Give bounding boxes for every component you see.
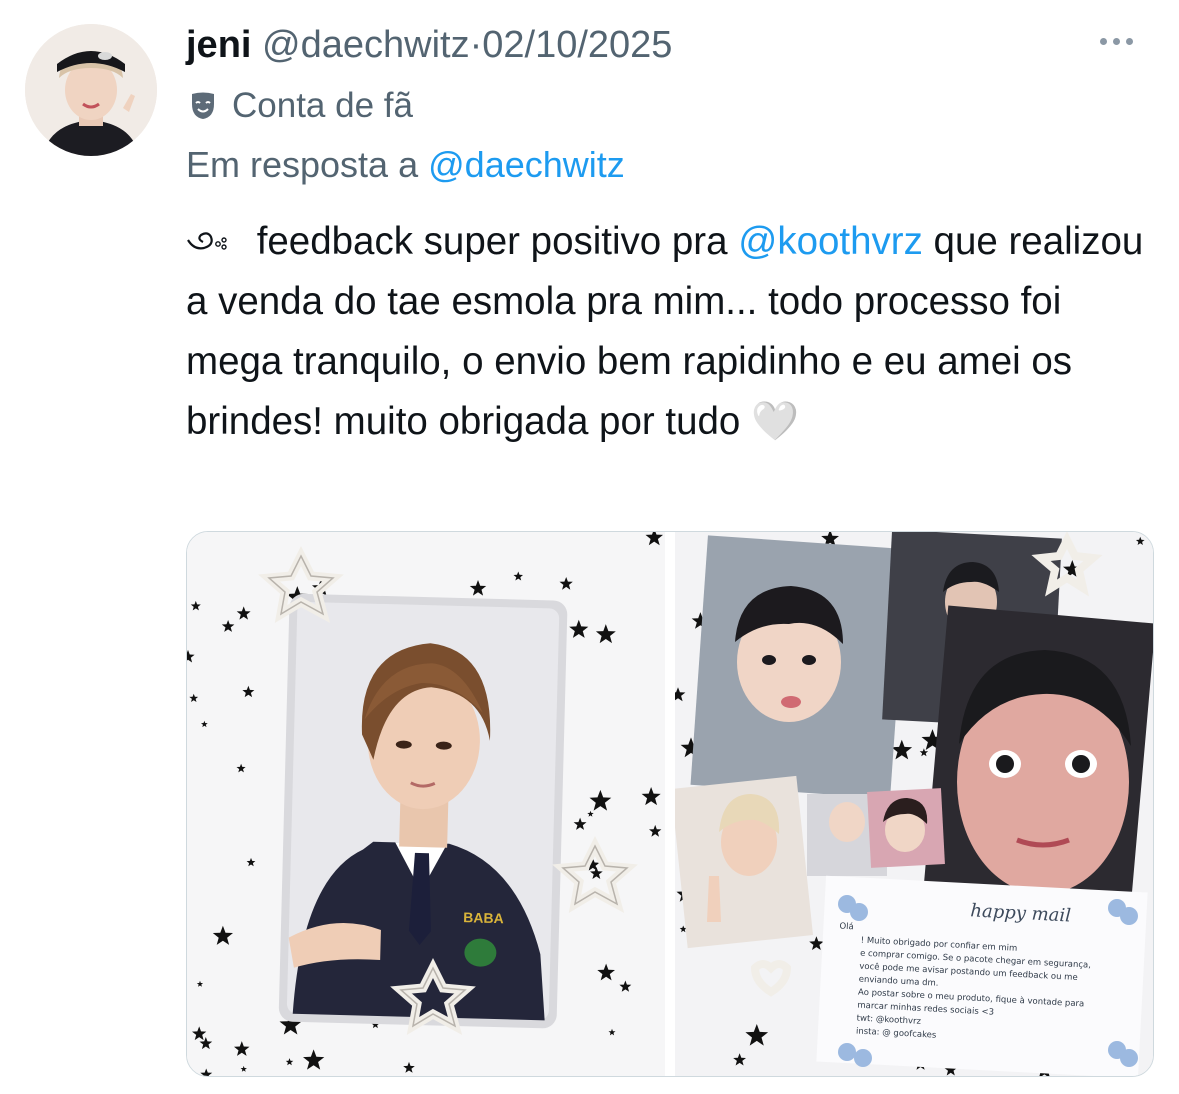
account-label-text: Conta de fã — [232, 86, 413, 125]
media-svg: BABA happy mail Olá! Muito obrigado por … — [187, 532, 1153, 1076]
account-label[interactable]: Conta de fã — [186, 84, 413, 128]
tweet-date[interactable]: 02/10/2025 — [482, 24, 672, 66]
tweet-text: feedback super positivo pra @koothvrz qu… — [186, 212, 1146, 452]
separator-dot: · — [469, 24, 483, 66]
photo-closeup — [922, 605, 1153, 919]
mention-link[interactable]: @koothvrz — [738, 220, 923, 263]
tweet-text-start: feedback super positivo pra — [256, 220, 728, 263]
reply-handle-link[interactable]: @daechwitz — [428, 144, 625, 185]
reply-context: Em resposta a @daechwitz — [186, 142, 625, 188]
theater-mask-icon — [186, 88, 220, 132]
more-options-button[interactable] — [1097, 32, 1147, 54]
media-image-photocard[interactable]: BABA — [187, 532, 665, 1076]
swirl-decoration-icon — [186, 220, 257, 263]
note-line: Olá — [839, 921, 854, 932]
media-grid: BABA happy mail Olá ! Muito obrigado por… — [186, 531, 1154, 1077]
author-handle[interactable]: @daechwitz — [262, 24, 470, 66]
avatar-image — [25, 24, 157, 156]
tweet-header: jeni @daechwitz·02/10/2025 — [186, 22, 1151, 68]
photo-hoodie — [690, 535, 908, 799]
photo-small-mid — [807, 788, 945, 876]
reply-prefix: Em resposta a — [186, 144, 419, 185]
author-name[interactable]: jeni — [186, 24, 251, 66]
more-horizontal-icon — [1097, 32, 1136, 49]
photocard-text: BABA — [463, 909, 504, 926]
media-image-collage[interactable]: happy mail Olá! Muito obrigado por confi… — [671, 532, 1153, 1076]
happy-mail-note-card: happy mail Olá! Muito obrigado por confi… — [816, 875, 1148, 1076]
avatar[interactable] — [25, 24, 157, 156]
photo-small-left — [675, 775, 814, 949]
